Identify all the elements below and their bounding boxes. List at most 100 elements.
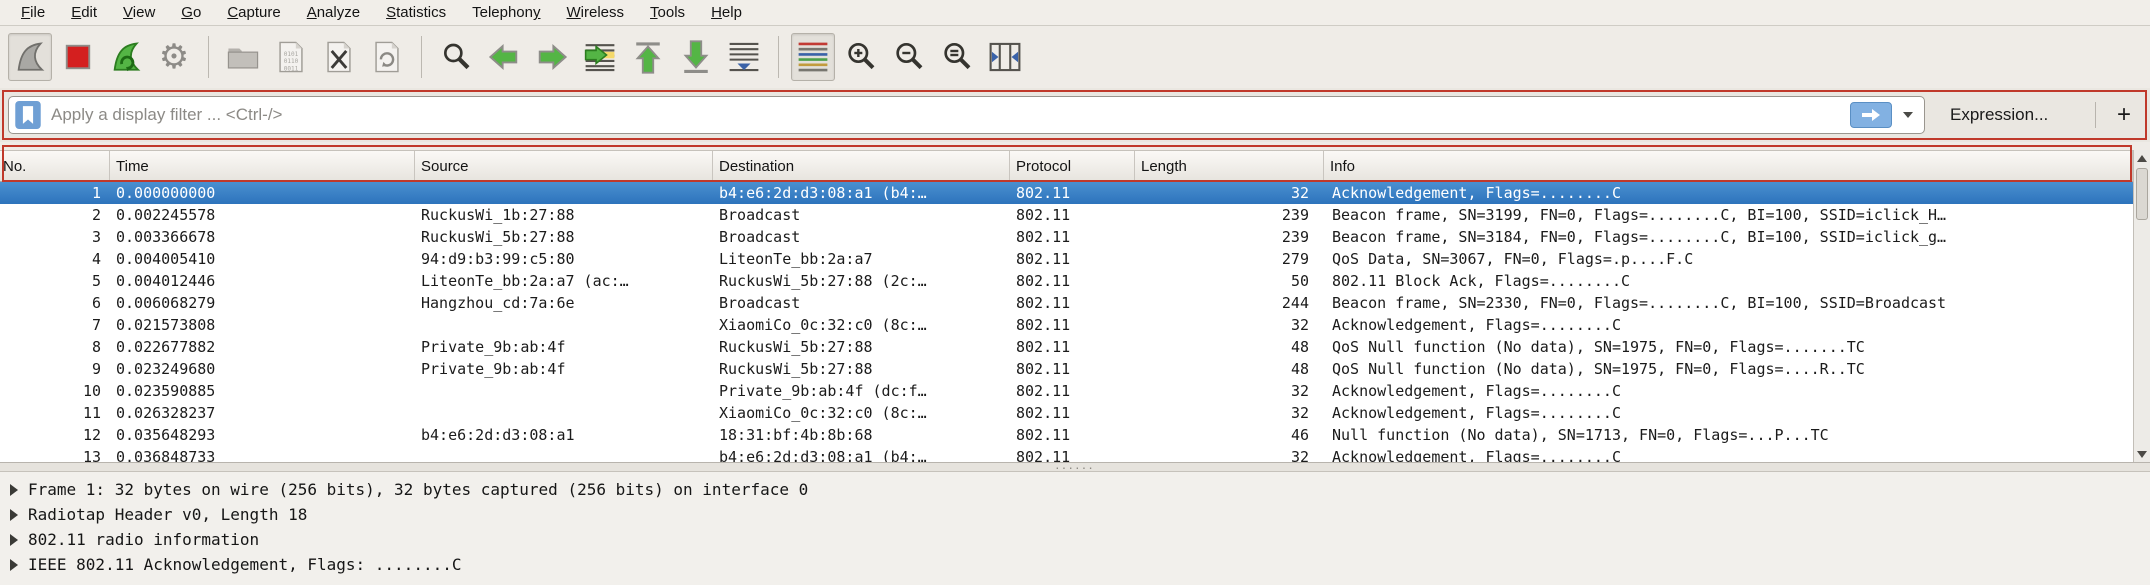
packet-row[interactable]: 4 0.004005410 94:d9:b3:99:c5:80 LiteonTe… [0,248,2133,270]
packet-length: 46 [1135,424,1324,446]
packet-time: 0.026328237 [110,402,415,424]
stop-capture-icon [63,42,93,72]
packet-row[interactable]: 7 0.021573808 XiaomiCo_0c:32:c0 (8c:… 80… [0,314,2133,336]
capture-options-button[interactable]: ⚙ [152,33,196,81]
column-header-length[interactable]: Length [1135,151,1324,181]
detail-item-text: Frame 1: 32 bytes on wire (256 bits), 32… [28,477,808,502]
menu-item-tools[interactable]: Tools [637,2,698,23]
detail-tree-item[interactable]: Radiotap Header v0, Length 18 [0,502,2150,527]
close-file-button[interactable] [317,33,361,81]
expand-triangle-icon[interactable] [10,484,18,496]
menu-item-help[interactable]: Help [698,2,755,23]
packet-row[interactable]: 5 0.004012446 LiteonTe_bb:2a:a7 (ac:… Ru… [0,270,2133,292]
packet-source: b4:e6:2d:d3:08:a1 [415,424,713,446]
column-header-destination[interactable]: Destination [713,151,1010,181]
go-to-packet-button[interactable] [578,33,622,81]
expand-triangle-icon[interactable] [10,509,18,521]
column-header-no[interactable]: No. [0,151,110,181]
packet-source: RuckusWi_5b:27:88 [415,226,713,248]
filter-dropdown-caret[interactable] [1898,102,1918,128]
packet-row[interactable]: 3 0.003366678 RuckusWi_5b:27:88 Broadcas… [0,226,2133,248]
capture-options-icon: ⚙ [159,40,189,74]
packet-info: Acknowledgement, Flags=........C [1324,402,2133,424]
add-filter-button[interactable]: + [2106,96,2142,134]
packet-length: 48 [1135,358,1324,380]
packet-row[interactable]: 9 0.023249680 Private_9b:ab:4f RuckusWi_… [0,358,2133,380]
menu-item-capture[interactable]: Capture [214,2,293,23]
packet-source [415,314,713,336]
packet-time: 0.022677882 [110,336,415,358]
packet-source [415,446,713,462]
column-header-info[interactable]: Info [1324,151,2133,181]
packet-protocol: 802.11 [1010,270,1135,292]
restart-capture-button[interactable] [104,33,148,81]
save-file-icon: 0101 0110 0011 [277,40,305,74]
menu-item-wireless[interactable]: Wireless [554,2,638,23]
expression-button[interactable]: Expression... [1940,96,2058,134]
packet-destination: b4:e6:2d:d3:08:a1 (b4:… [713,182,1010,204]
menu-item-telephony[interactable]: Telephony [459,2,553,23]
expand-triangle-icon[interactable] [10,534,18,546]
packet-row[interactable]: 11 0.026328237 XiaomiCo_0c:32:c0 (8c:… 8… [0,402,2133,424]
packet-row[interactable]: 6 0.006068279 Hangzhou_cd:7a:6e Broadcas… [0,292,2133,314]
column-header-protocol[interactable]: Protocol [1010,151,1135,181]
filter-bookmark-icon[interactable] [13,100,43,130]
scroll-down-button[interactable] [2134,446,2150,462]
packet-time: 0.004012446 [110,270,415,292]
toolbar-separator [778,36,779,78]
go-forward-button[interactable] [530,33,574,81]
save-file-button[interactable]: 0101 0110 0011 [269,33,313,81]
go-first-packet-button[interactable] [626,33,670,81]
packet-time: 0.023590885 [110,380,415,402]
svg-text:0110: 0110 [284,58,299,65]
menu-item-view[interactable]: View [110,2,168,23]
zoom-in-button[interactable] [839,33,883,81]
column-header-time[interactable]: Time [110,151,415,181]
auto-scroll-icon [727,41,761,73]
packet-destination: RuckusWi_5b:27:88 (2c:… [713,270,1010,292]
menu-item-statistics[interactable]: Statistics [373,2,459,23]
filter-placeholder-text: Apply a display filter ... <Ctrl-/> [51,105,1850,125]
detail-tree-item[interactable]: IEEE 802.11 Acknowledgement, Flags: ....… [0,552,2150,577]
packet-no: 12 [0,424,110,446]
scrollbar-thumb[interactable] [2136,168,2148,220]
menu-item-analyze[interactable]: Analyze [294,2,373,23]
column-header-source[interactable]: Source [415,151,713,181]
zoom-out-button[interactable] [887,33,931,81]
packet-time: 0.036848733 [110,446,415,462]
open-file-button[interactable] [221,33,265,81]
go-back-button[interactable] [482,33,526,81]
detail-tree-item[interactable]: Frame 1: 32 bytes on wire (256 bits), 32… [0,477,2150,502]
resize-columns-button[interactable] [983,33,1027,81]
packet-row[interactable]: 8 0.022677882 Private_9b:ab:4f RuckusWi_… [0,336,2133,358]
expand-triangle-icon[interactable] [10,559,18,571]
packet-no: 4 [0,248,110,270]
packet-row[interactable]: 10 0.023590885 Private_9b:ab:4f (dc:f… 8… [0,380,2133,402]
filter-separator [2095,102,2096,128]
find-packet-button[interactable] [434,33,478,81]
stop-capture-button[interactable] [56,33,100,81]
zoom-reset-button[interactable] [935,33,979,81]
main-toolbar: ⚙ 0101 0110 0011 [0,27,2150,87]
go-last-packet-button[interactable] [674,33,718,81]
packet-row[interactable]: 12 0.035648293 b4:e6:2d:d3:08:a1 18:31:b… [0,424,2133,446]
start-capture-button[interactable] [8,33,52,81]
reload-file-button[interactable] [365,33,409,81]
scrollbar-track[interactable] [2134,166,2150,446]
display-filter-input[interactable]: Apply a display filter ... <Ctrl-/> [8,96,1925,134]
packet-row[interactable]: 2 0.002245578 RuckusWi_1b:27:88 Broadcas… [0,204,2133,226]
packet-protocol: 802.11 [1010,358,1135,380]
pane-splitter[interactable]: ······ [0,462,2150,472]
menu-item-file[interactable]: File [8,2,58,23]
packet-length: 32 [1135,182,1324,204]
auto-scroll-button[interactable] [722,33,766,81]
colorize-button[interactable] [791,33,835,81]
apply-filter-button[interactable] [1850,102,1892,128]
packet-row[interactable]: 1 0.000000000 b4:e6:2d:d3:08:a1 (b4:… 80… [0,182,2133,204]
zoom-reset-icon [941,41,973,73]
menu-item-edit[interactable]: Edit [58,2,110,23]
menu-item-go[interactable]: Go [168,2,214,23]
detail-tree-item[interactable]: 802.11 radio information [0,527,2150,552]
scroll-up-button[interactable] [2134,150,2150,166]
packet-time: 0.035648293 [110,424,415,446]
